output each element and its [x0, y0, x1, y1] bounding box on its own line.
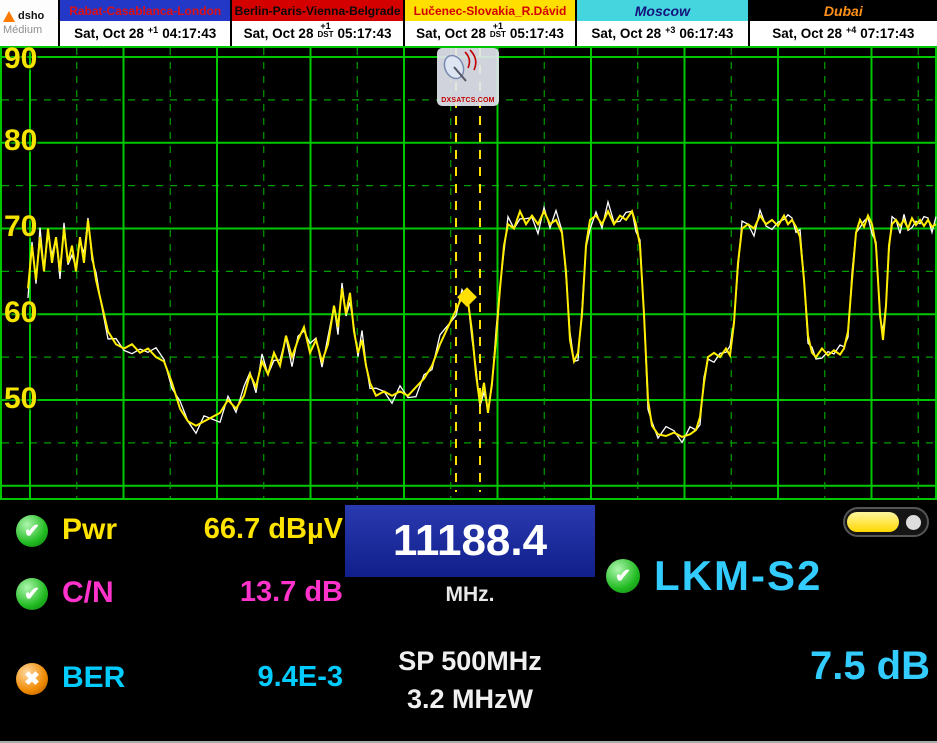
clock-date: Sat, Oct 28 — [244, 26, 314, 41]
clock-time: Sat, Oct 28 +4 07:17:43 — [750, 21, 937, 46]
clock-time: Sat, Oct 28 +3 06:17:43 — [577, 21, 747, 46]
clock-time-value: 05:17:43 — [510, 26, 564, 41]
ber-value: 9.4E-3 — [138, 663, 343, 692]
transponder-ok-icon — [606, 559, 640, 593]
clock-date: Sat, Oct 28 — [416, 26, 486, 41]
clock-time: Sat, Oct 28 +1DST 05:17:43 — [405, 21, 575, 46]
clock-time-value: 07:17:43 — [860, 26, 914, 41]
frequency-unit: MHz. — [345, 583, 595, 607]
ytick-80: 80 — [4, 126, 37, 156]
clock-utc-offset: +4 — [846, 26, 856, 35]
vlc-cone-icon — [3, 11, 15, 22]
clock-dst-flag: DST — [490, 31, 506, 39]
clock-time: Sat, Oct 28 +1DST 05:17:43 — [232, 21, 402, 46]
bandwidth-readout: 3.2 MHzW — [345, 684, 595, 715]
clock-panel-berlin-paris-vienna-belgrade[interactable]: Berlin-Paris-Vienna-Belgrade Sat, Oct 28… — [230, 0, 402, 46]
ber-label: BER — [62, 663, 125, 693]
clock-city-label: Rabat-Casablanca-London — [60, 0, 230, 21]
watermark-text: DXSATCS.COM — [441, 97, 494, 104]
ber-fail-icon — [16, 663, 48, 695]
clock-time-value: 04:17:43 — [162, 26, 216, 41]
clock-panel-rabat-casablanca-london[interactable]: Rabat-Casablanca-London Sat, Oct 28 +1 0… — [58, 0, 230, 46]
transponder-name: LKM-S2 — [654, 555, 822, 597]
clock-dst-flag: DST — [317, 31, 333, 39]
desktop-icon-label: dsho — [18, 10, 44, 22]
clock-time: Sat, Oct 28 +1 04:17:43 — [60, 21, 230, 46]
ytick-90: 90 — [4, 44, 37, 74]
cn-ok-icon — [16, 578, 48, 610]
dxsatcs-watermark-logo: DXSATCS.COM — [437, 48, 499, 106]
clock-city-label: Dubai — [750, 0, 937, 21]
clock-city-label: Lučenec-Slovakia_R.Dávid — [405, 0, 575, 21]
battery-fill — [847, 512, 899, 532]
satellite-meter-screen: dsho Médium Rabat-Casablanca-London Sat,… — [0, 0, 937, 743]
clock-panel-lucenec-slovakia[interactable]: Lučenec-Slovakia_R.Dávid Sat, Oct 28 +1D… — [403, 0, 575, 46]
pwr-label: Pwr — [62, 515, 117, 545]
frequency-display[interactable]: 11188.4 — [345, 505, 595, 577]
cn-label: C/N — [62, 578, 114, 608]
link-margin-value: 7.5 dB — [690, 646, 930, 686]
clock-date: Sat, Oct 28 — [591, 26, 661, 41]
clock-date: Sat, Oct 28 — [772, 26, 842, 41]
clock-city-label: Moscow — [577, 0, 747, 21]
battery-icon — [843, 507, 929, 537]
ytick-50: 50 — [4, 384, 37, 414]
clock-time-value: 05:17:43 — [337, 26, 391, 41]
pwr-ok-icon — [16, 515, 48, 547]
desktop-icon[interactable]: dsho Médium — [0, 0, 58, 46]
clock-city-label: Berlin-Paris-Vienna-Belgrade — [232, 0, 402, 21]
clock-panel-moscow[interactable]: Moscow Sat, Oct 28 +3 06:17:43 — [575, 0, 747, 46]
clock-time-value: 06:17:43 — [679, 26, 733, 41]
clock-utc-offset: +3 — [665, 26, 675, 35]
ytick-70: 70 — [4, 212, 37, 242]
clock-date: Sat, Oct 28 — [74, 26, 144, 41]
clock-utc-offset: +1 — [148, 26, 158, 35]
spectrum-chart[interactable]: 90 80 70 60 50 DXSATCS.COM — [0, 46, 937, 501]
spectrum-trace — [0, 46, 937, 501]
desktop-icon-sublabel: Médium — [3, 24, 58, 36]
battery-tip — [906, 515, 921, 530]
pwr-value: 66.7 dBµV — [138, 515, 343, 544]
cn-value: 13.7 dB — [138, 578, 343, 607]
ytick-60: 60 — [4, 298, 37, 328]
clock-panel-dubai[interactable]: Dubai Sat, Oct 28 +4 07:17:43 — [748, 0, 937, 46]
satellite-dish-icon — [437, 48, 481, 86]
readout-panel: Pwr 66.7 dBµV 11188.4 MHz. C/N 13.7 dB L… — [0, 501, 937, 743]
span-readout: SP 500MHz — [345, 646, 595, 677]
clock-bar: dsho Médium Rabat-Casablanca-London Sat,… — [0, 0, 937, 46]
